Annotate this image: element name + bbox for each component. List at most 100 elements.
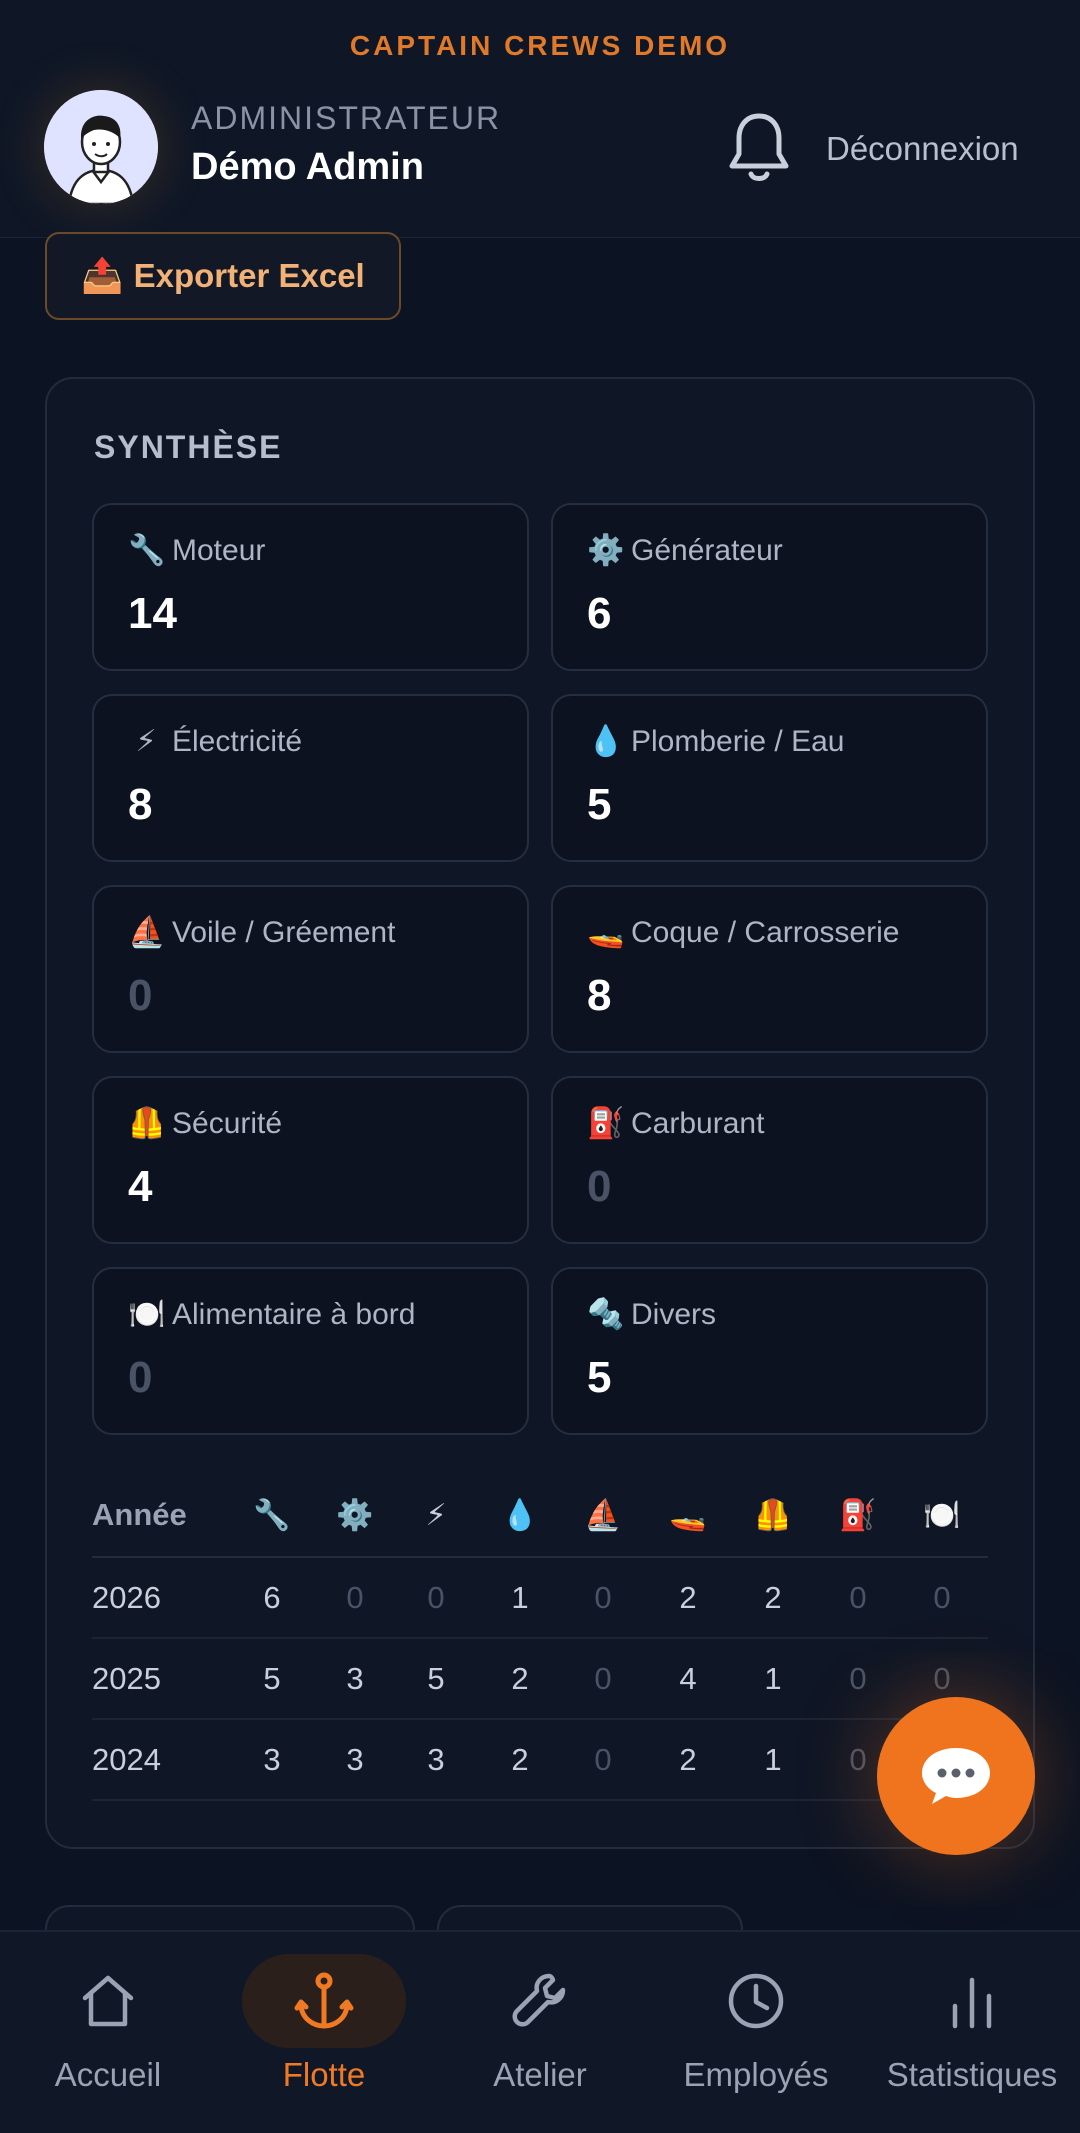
clock-icon [728,1973,784,2029]
sailboat-icon: ⛵ [128,916,166,949]
table-cell: 1 [511,1579,529,1615]
wrench-icon: 🔧 [128,534,166,567]
table-cell: 3 [427,1741,445,1777]
table-cell: 5 [427,1660,445,1696]
table-cell: 2 [679,1741,697,1777]
nav-flotte[interactable]: Flotte [216,1932,432,2133]
nav-label: Accueil [54,2056,162,2093]
table-cell: 0 [849,1660,867,1696]
home-icon [82,1975,134,2027]
user-name: Démo Admin [191,146,424,188]
year-column-header: Année [92,1497,187,1532]
tile-label: Divers [631,1297,717,1331]
table-cell: 2 [511,1660,529,1696]
bell-icon[interactable] [726,110,792,186]
export-icon: 📤 [81,257,124,295]
table-cell: 0 [594,1660,612,1696]
table-cell: 6 [263,1579,281,1615]
safety-vest-icon: 🦺 [754,1498,792,1532]
plate-icon: 🍽️ [128,1298,166,1331]
tile-label: Voile / Gréement [172,915,396,949]
wrench-icon: 🔧 [253,1498,291,1532]
table-cell: 4 [679,1660,697,1696]
tile-label: Moteur [172,533,266,567]
tile-label: Sécurité [172,1106,283,1140]
tile-value: 6 [587,589,612,638]
tile-generateur[interactable]: ⚙️ Générateur 6 [551,503,988,671]
avatar[interactable] [44,90,158,204]
table-cell: 0 [594,1741,612,1777]
bar-chart-icon [952,1977,992,2029]
nav-employes[interactable]: Employés [648,1932,864,2133]
anchor-icon [294,1972,354,2029]
tile-value: 0 [587,1162,612,1211]
plate-icon: 🍽️ [923,1498,961,1532]
nav-atelier[interactable]: Atelier [432,1932,648,2133]
table-cell: 0 [849,1579,867,1615]
droplet-icon: 💧 [501,1498,539,1532]
row-year: 2024 [92,1741,161,1777]
chat-button[interactable] [877,1697,1035,1855]
nav-accueil[interactable]: Accueil [0,1932,216,2133]
sailboat-icon: ⛵ [584,1498,622,1532]
brand-title: CAPTAIN CREWS DEMO [349,30,731,61]
nav-label: Flotte [282,2056,366,2093]
nav-label: Atelier [493,2056,587,2093]
nav-label: Employés [683,2056,829,2093]
tile-value: 4 [128,1162,153,1211]
nav-label: Statistiques [886,2056,1058,2093]
wrench-icon [512,1973,566,2027]
tile-plomberie[interactable]: 💧 Plomberie / Eau 5 [551,694,988,862]
table-cell: 3 [346,1660,364,1696]
tile-value: 5 [587,1353,612,1402]
tile-label: Alimentaire à bord [172,1297,416,1331]
bolt-icon: 🔩 [587,1298,625,1331]
tile-label: Plomberie / Eau [631,724,845,758]
table-cell: 3 [263,1741,281,1777]
synthese-title: SYNTHÈSE [94,429,283,465]
table-row: 2026 6 0 0 1 0 2 2 0 0 [92,1558,988,1639]
nav-statistiques[interactable]: Statistiques [864,1932,1080,2133]
table-cell: 2 [511,1741,529,1777]
tile-moteur[interactable]: 🔧 Moteur 14 [92,503,529,671]
table-cell: 0 [427,1579,445,1615]
logout-link[interactable]: Déconnexion [826,130,1019,168]
row-year: 2026 [92,1579,161,1615]
year-table: Année 🔧 ⚙️ ⚡ 💧 ⛵ 🚤 🦺 ⛽ 🍽️ 2026 6 0 0 1 0… [92,1474,988,1801]
year-table-header: Année 🔧 ⚙️ ⚡ 💧 ⛵ 🚤 🦺 ⛽ 🍽️ [92,1474,988,1558]
gear-icon: ⚙️ [587,534,625,567]
export-excel-button[interactable]: 📤 Exporter Excel [45,232,401,320]
table-row: 2025 5 3 5 2 0 4 1 0 0 [92,1639,988,1720]
speedboat-icon: 🚤 [669,1498,707,1532]
tile-voile[interactable]: ⛵ Voile / Gréement 0 [92,885,529,1053]
export-excel-label: Exporter Excel [133,257,365,294]
gear-icon: ⚙️ [336,1498,374,1532]
row-year: 2025 [92,1660,161,1696]
tile-value: 0 [128,971,153,1020]
table-cell: 2 [764,1579,782,1615]
tile-coque[interactable]: 🚤 Coque / Carrosserie 8 [551,885,988,1053]
table-cell: 2 [679,1579,697,1615]
tile-label: Coque / Carrosserie [631,915,900,949]
tile-value: 8 [587,971,612,1020]
tile-divers[interactable]: 🔩 Divers 5 [551,1267,988,1435]
tile-securite[interactable]: 🦺 Sécurité 4 [92,1076,529,1244]
table-cell: 1 [764,1660,782,1696]
user-role: ADMINISTRATEUR [191,100,502,136]
tile-value: 0 [128,1353,153,1402]
table-cell: 0 [933,1579,951,1615]
tile-value: 5 [587,780,612,829]
tile-carburant[interactable]: ⛽ Carburant 0 [551,1076,988,1244]
droplet-icon: 💧 [587,725,625,758]
table-cell: 1 [764,1741,782,1777]
tile-value: 14 [128,589,177,638]
lightning-icon: ⚡ [135,725,157,758]
app-header: CAPTAIN CREWS DEMO ADMINISTRATEUR Démo A… [0,0,1080,238]
table-cell: 0 [346,1579,364,1615]
table-cell: 5 [263,1660,281,1696]
tile-electricite[interactable]: ⚡ Électricité 8 [92,694,529,862]
speedboat-icon: 🚤 [587,916,625,949]
tile-value: 8 [128,780,153,829]
tile-alimentaire[interactable]: 🍽️ Alimentaire à bord 0 [92,1267,529,1435]
fuel-pump-icon: ⛽ [839,1498,877,1532]
